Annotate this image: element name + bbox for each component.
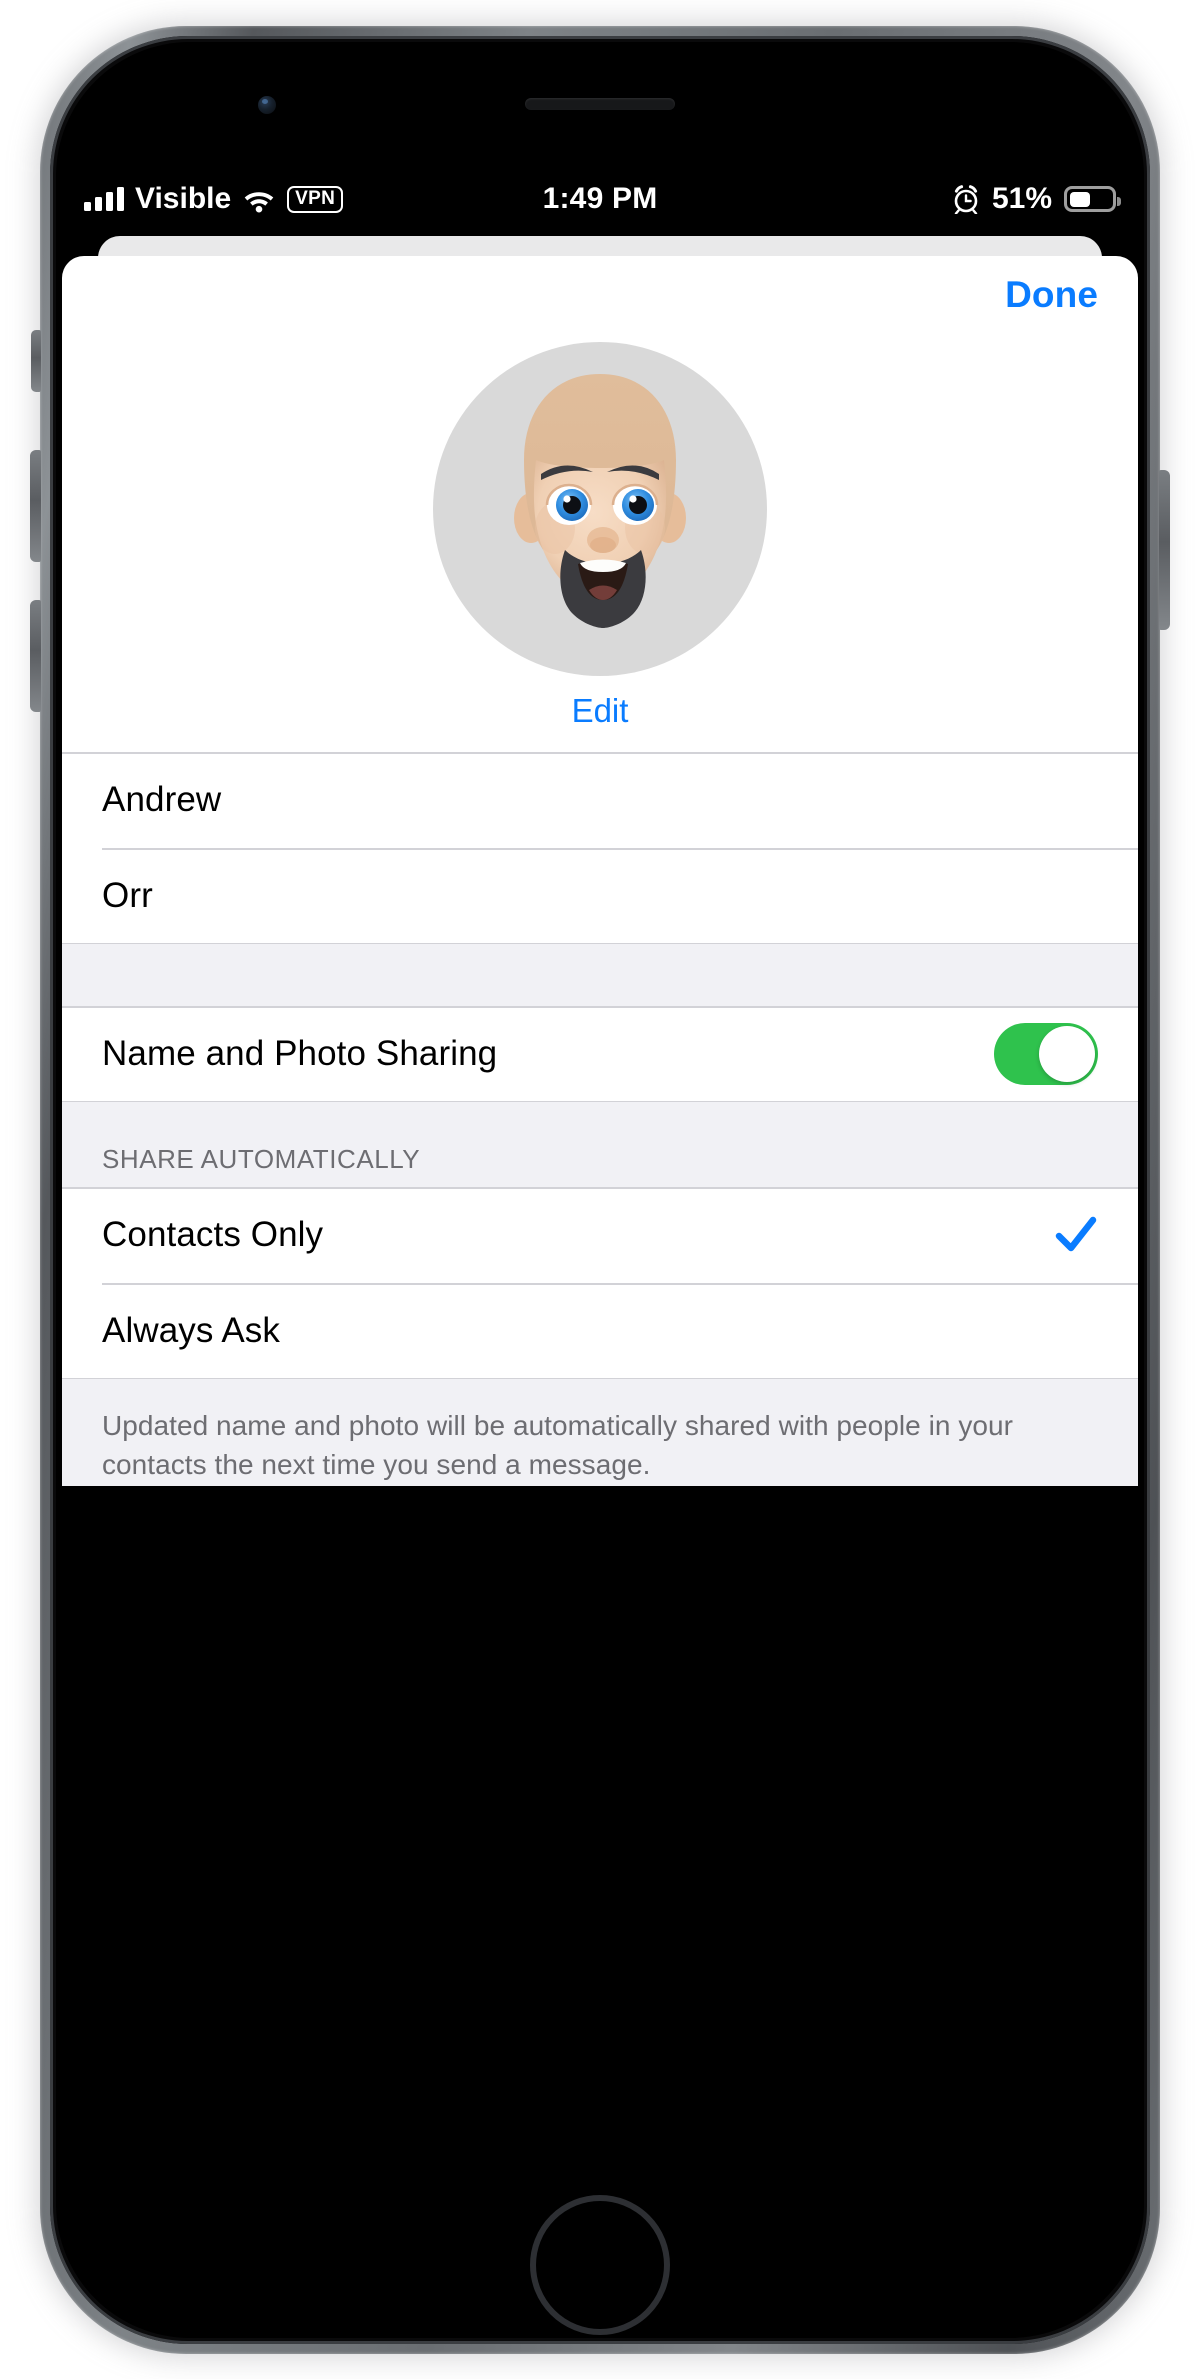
- first-name-row[interactable]: Andrew: [62, 752, 1138, 848]
- share-options-group: Contacts Only Always Ask: [62, 1187, 1138, 1379]
- toggle-knob: [1039, 1026, 1095, 1082]
- power-button[interactable]: [1159, 470, 1170, 630]
- clock-label: 1:49 PM: [542, 182, 658, 215]
- last-name-value[interactable]: Orr: [102, 876, 153, 916]
- last-name-row[interactable]: Orr: [62, 848, 1138, 944]
- phone-screen: Visible VPN 1:49 PM 51% Done Edit Andrew…: [62, 168, 1138, 2094]
- mute-switch-button[interactable]: [31, 330, 41, 392]
- avatar[interactable]: [433, 342, 767, 676]
- alarm-clock-icon: [952, 184, 980, 215]
- avatar-block: Edit: [62, 340, 1138, 752]
- option-always-ask-label: Always Ask: [102, 1311, 280, 1350]
- earpiece-speaker: [525, 98, 675, 110]
- sharing-group: Name and Photo Sharing: [62, 1006, 1138, 1102]
- option-contacts-only-label: Contacts Only: [102, 1215, 324, 1254]
- name-fields-group: Andrew Orr: [62, 752, 1138, 944]
- done-button[interactable]: Done: [1005, 274, 1098, 316]
- name-and-photo-sheet: Done Edit Andrew Orr Name and Photo Shar…: [62, 256, 1138, 1486]
- memoji-image: [514, 374, 686, 628]
- edit-avatar-button[interactable]: Edit: [62, 692, 1138, 730]
- first-name-value[interactable]: Andrew: [102, 780, 221, 820]
- option-always-ask[interactable]: Always Ask: [62, 1283, 1138, 1379]
- sheet-footer-fill: [62, 1484, 1138, 1486]
- front-camera-icon: [258, 96, 276, 114]
- volume-down-button[interactable]: [30, 600, 41, 712]
- volume-up-button[interactable]: [30, 450, 41, 562]
- battery-fill: [1069, 191, 1091, 207]
- share-automatically-footer: Updated name and photo will be automatic…: [62, 1379, 1138, 1485]
- option-contacts-only[interactable]: Contacts Only: [62, 1187, 1138, 1283]
- sheet-header: Done: [62, 256, 1138, 340]
- screenshot-root: Visible VPN 1:49 PM 51% Done Edit Andrew…: [0, 0, 1200, 2379]
- name-and-photo-sharing-toggle[interactable]: [994, 1023, 1098, 1085]
- name-and-photo-sharing-label: Name and Photo Sharing: [102, 1034, 498, 1073]
- checkmark-icon: [1054, 1213, 1098, 1257]
- group-spacer: [62, 944, 1138, 1006]
- status-bar-right: 51%: [952, 168, 1121, 230]
- home-button[interactable]: [530, 2195, 670, 2335]
- share-automatically-header: SHARE AUTOMATICALLY: [62, 1102, 1138, 1187]
- name-and-photo-sharing-row[interactable]: Name and Photo Sharing: [62, 1006, 1138, 1102]
- battery-percent-label: 51%: [991, 182, 1052, 215]
- status-bar: Visible VPN 1:49 PM 51%: [62, 168, 1138, 230]
- battery-icon: [1064, 186, 1121, 212]
